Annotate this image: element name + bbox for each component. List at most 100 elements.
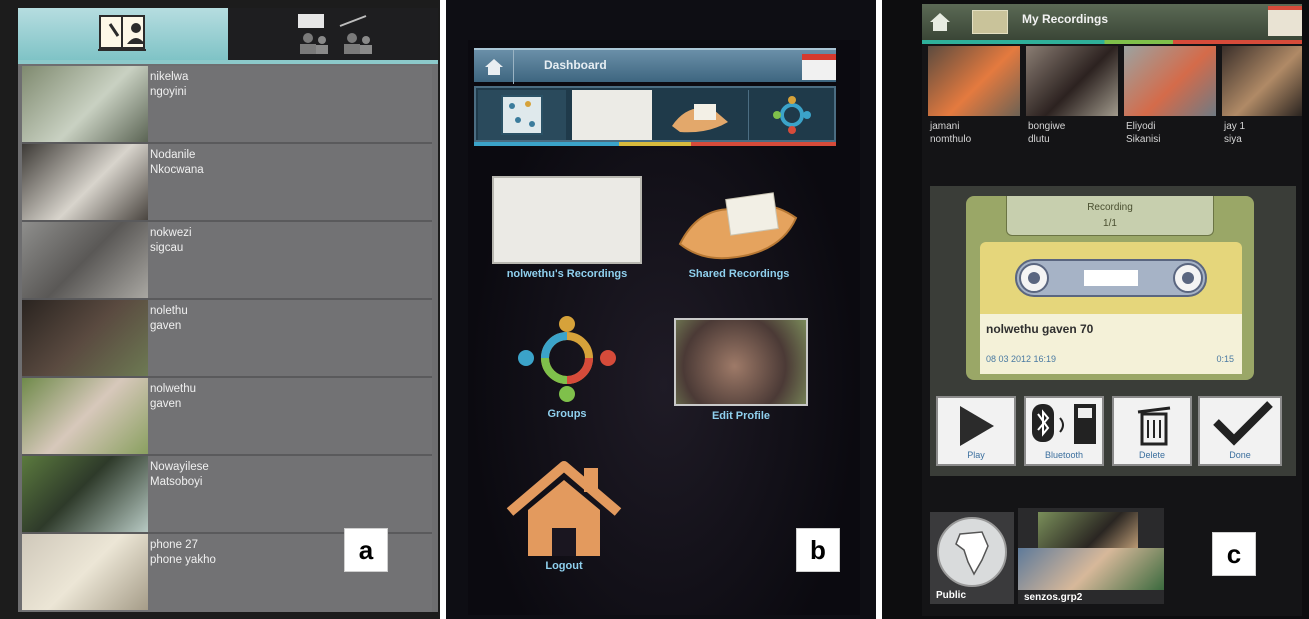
panel-label: c	[1212, 532, 1256, 576]
group-label: senzos.grp2	[1024, 592, 1083, 603]
cassette-thumb-icon	[972, 10, 1008, 34]
contact-photo	[22, 378, 148, 454]
recording-count: 1/1	[1103, 218, 1117, 229]
panel-label: b	[796, 528, 840, 572]
group-photo	[1038, 512, 1138, 552]
home-icon[interactable]	[922, 4, 958, 40]
contact-row[interactable]: nolwethu gaven	[22, 378, 432, 456]
recording-date: 08 03 2012 16:19	[986, 354, 1057, 364]
groups-icon	[773, 96, 811, 134]
shared-recordings-tile[interactable]: Shared Recordings	[672, 174, 806, 286]
contact-photo	[22, 534, 148, 610]
public-label: Public	[936, 590, 967, 601]
contact-photo	[22, 222, 148, 298]
done-button[interactable]: Done	[1198, 396, 1282, 466]
contacts-tabbar	[18, 8, 438, 64]
tab-groups[interactable]	[748, 90, 834, 140]
contacts-screen: nikelwa ngoyini Nodanile Nkocwana nokwezi s…	[18, 8, 438, 612]
profile-photo	[674, 318, 808, 406]
play-icon	[960, 406, 994, 446]
dashboard-tabs	[474, 86, 836, 142]
contact-photo	[22, 66, 148, 142]
contact-name: jamani nomthulo	[930, 121, 972, 145]
logout-tile[interactable]: Logout	[504, 460, 624, 580]
contact-name: nokwezi sigcau	[150, 227, 192, 254]
shared-recordings-label: Shared Recordings	[688, 268, 790, 280]
bluetooth-button[interactable]: Bluetooth	[1024, 396, 1104, 466]
groups-tile[interactable]: Groups	[512, 314, 622, 424]
page-title: My Recordings	[1022, 12, 1109, 26]
logout-label: Logout	[545, 560, 583, 572]
contact-name: nolwethu gaven	[150, 383, 197, 410]
recording-label: Recording	[1087, 202, 1133, 213]
tab-indicator	[18, 60, 438, 64]
contact-row[interactable]: Nowayilese Matsoboyi	[22, 456, 432, 534]
contact-row[interactable]: Nodanile Nkocwana	[22, 144, 432, 222]
play-button[interactable]: Play	[936, 396, 1016, 466]
panel-b-dashboard: Dashboard nolwethu's Recordings Shared R…	[446, 0, 876, 619]
hand-icon	[672, 104, 728, 133]
recordings-header: My Recordings	[922, 4, 1302, 40]
group-senzos-grp2[interactable]: senzos.grp2	[1018, 508, 1164, 604]
contact-photo	[22, 144, 148, 220]
play-label: Play	[967, 450, 985, 460]
dashboard-header: Dashboard	[474, 48, 836, 84]
tab-contacts[interactable]	[18, 8, 228, 60]
contacts-book-icon	[98, 15, 146, 51]
edit-profile-label: Edit Profile	[711, 410, 771, 422]
tab-color-stripe	[922, 40, 1302, 44]
edit-profile-tile[interactable]: Edit Profile	[674, 318, 808, 428]
group-photo	[1018, 548, 1164, 590]
home-button[interactable]	[474, 50, 514, 84]
delete-label: Delete	[1138, 450, 1165, 460]
panel-a-contacts: nikelwa ngoyini Nodanile Nkocwana nokwezi s…	[0, 0, 440, 619]
tab-recordings[interactable]	[572, 90, 652, 140]
groups-label: Groups	[547, 408, 587, 420]
page-title: Dashboard	[544, 58, 607, 72]
contact-row[interactable]: nolethu gaven	[22, 300, 432, 378]
recording-info: nolwethu gaven 70 08 03 2012 16:19 0:15	[980, 314, 1242, 374]
contact-row[interactable]: nokwezi sigcau	[22, 222, 432, 300]
contact-name: phone 27 phone yakho	[150, 539, 216, 566]
home-logout-icon	[506, 461, 622, 556]
recordings-tile[interactable]: nolwethu's Recordings	[492, 176, 642, 286]
contact-thumb[interactable]	[1222, 46, 1302, 116]
cassette-top: Recording 1/1	[1006, 196, 1214, 236]
tab-shared[interactable]	[658, 90, 744, 140]
done-label: Done	[1229, 450, 1251, 460]
contact-thumbnails: jamani nomthulo bongiwe dlutu Eliyodi Sikan…	[928, 46, 1302, 145]
home-icon	[484, 59, 503, 75]
cassette-card: Recording 1/1 nolwethu gaven 70 08 03 20…	[966, 196, 1254, 380]
tab-board[interactable]	[478, 90, 566, 140]
trash-icon	[1137, 406, 1171, 446]
contact-name: Eliyodi Sikanisi	[1126, 121, 1161, 145]
delete-button[interactable]: Delete	[1112, 396, 1192, 466]
contact-thumb[interactable]	[928, 46, 1020, 116]
tab-color-stripe	[474, 142, 836, 146]
groups-icon	[518, 316, 616, 402]
check-icon	[1213, 401, 1273, 446]
group-chat-icon	[298, 14, 372, 54]
shared-hand-icon	[678, 192, 798, 260]
contact-thumb[interactable]	[1026, 46, 1118, 116]
contact-name: bongiwe dlutu	[1028, 121, 1066, 145]
contact-row[interactable]: nikelwa ngoyini	[22, 66, 432, 144]
bluetooth-label: Bluetooth	[1044, 450, 1084, 460]
tab-groups[interactable]	[228, 8, 438, 60]
contact-photo	[22, 456, 148, 532]
contact-name: nolethu gaven	[150, 305, 188, 332]
recordings-image	[492, 176, 642, 264]
contact-photo	[22, 300, 148, 376]
contact-thumb[interactable]	[1124, 46, 1216, 116]
recordings-screen: My Recordings jamani nomthulo bongiwe dlut…	[922, 4, 1302, 616]
status-flag	[1268, 6, 1302, 36]
contact-name: Nowayilese Matsoboyi	[150, 461, 209, 488]
recording-duration: 0:15	[1216, 354, 1234, 364]
recordings-label: nolwethu's Recordings	[506, 268, 628, 280]
public-group[interactable]: Public	[930, 512, 1014, 604]
panel-c-my-recordings: My Recordings jamani nomthulo bongiwe dlut…	[882, 0, 1309, 619]
contact-name: Nodanile Nkocwana	[150, 149, 204, 176]
globe-africa-icon	[937, 517, 1007, 587]
board-icon	[501, 95, 543, 135]
cassette-icon	[1015, 259, 1207, 297]
